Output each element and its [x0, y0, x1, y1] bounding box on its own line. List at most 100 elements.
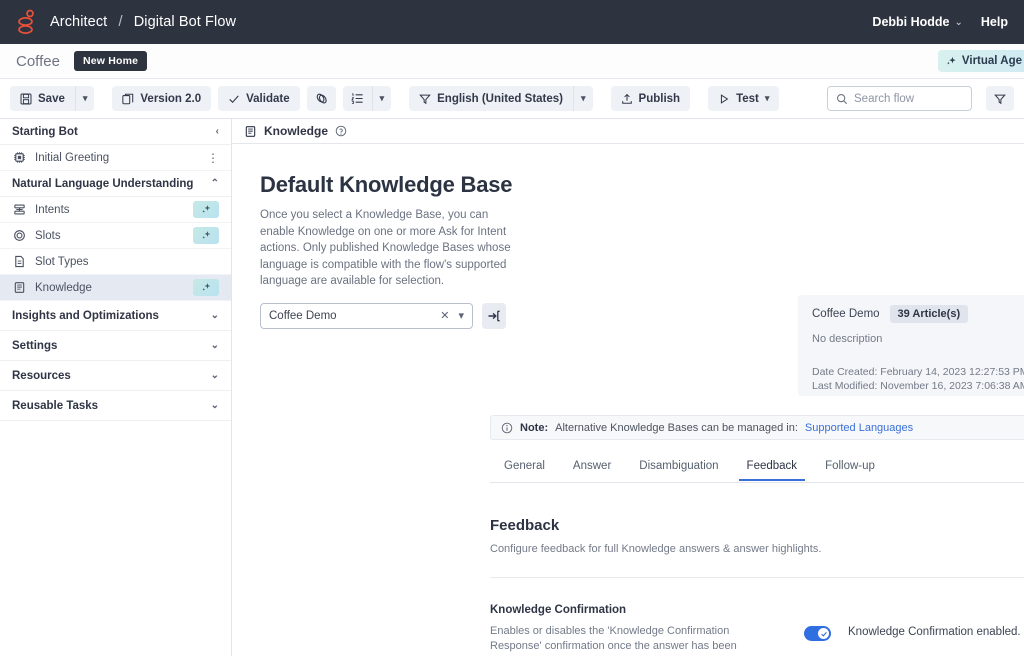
user-menu[interactable]: Debbi Hodde ⌄ [872, 15, 962, 29]
knowledge-base-select[interactable]: Coffee Demo ✕ ▾ [260, 302, 473, 329]
sidebar-section-resources[interactable]: Resources ⌄ [0, 361, 231, 391]
chip-icon [12, 151, 27, 164]
sidebar-item-initial-greeting[interactable]: Initial Greeting ⋮ [0, 145, 231, 171]
search-flow-input[interactable]: Search flow [827, 86, 972, 111]
tab-general[interactable]: General [490, 457, 559, 480]
toggle-status-label: Knowledge Confirmation enabled. [848, 626, 1021, 638]
sidebar-section-label: Resources [12, 369, 71, 382]
note-banner: Note: Alternative Knowledge Bases can be… [490, 415, 1024, 440]
new-home-badge[interactable]: New Home [73, 51, 148, 71]
note-text: Alternative Knowledge Bases can be manag… [555, 421, 798, 434]
validate-button[interactable]: Validate [218, 86, 300, 111]
last-modified-label: Last Modified: [812, 380, 878, 392]
list-button[interactable] [342, 86, 372, 111]
tab-follow-up[interactable]: Follow-up [811, 457, 889, 480]
list-dropdown-button[interactable]: ▾ [371, 86, 392, 111]
chevron-down-icon[interactable]: ⌄ [211, 310, 219, 321]
sidebar-section-nlu[interactable]: Natural Language Understanding ⌃ [0, 171, 231, 197]
version-button[interactable]: Version 2.0 [112, 86, 212, 111]
ai-sparkle-badge[interactable] [193, 201, 219, 218]
chevron-down-icon[interactable]: ▾ [458, 309, 464, 322]
kb-title: Default Knowledge Base [260, 172, 513, 197]
open-knowledge-base-button[interactable] [482, 302, 506, 329]
flow-name-label: Coffee [16, 52, 60, 70]
copy-icon [122, 93, 134, 105]
tab-disambiguation[interactable]: Disambiguation [625, 457, 732, 480]
kb-info-description: No description [812, 333, 883, 345]
knowledge-base-info-card: Coffee Demo 39 Article(s) No description… [798, 295, 1024, 396]
sparkle-icon [946, 56, 957, 67]
test-label: Test [736, 92, 759, 105]
knowledge-icon [244, 125, 257, 138]
chevron-down-icon: ▾ [764, 93, 770, 103]
sidebar-section-reusable-tasks[interactable]: Reusable Tasks ⌄ [0, 391, 231, 421]
virtual-agent-button[interactable]: Virtual Age [937, 50, 1024, 72]
feedback-section: Feedback Configure feedback for full Kno… [490, 517, 1024, 656]
main-panel-header: Knowledge [232, 119, 1024, 144]
kb-info-name: Coffee Demo [812, 308, 880, 320]
language-button[interactable]: English (United States) [409, 86, 573, 111]
save-dropdown-button[interactable]: ▾ [74, 86, 95, 111]
chevron-down-icon: ▾ [379, 93, 385, 103]
intents-icon [12, 203, 27, 216]
filter-icon [419, 93, 431, 105]
sidebar-section-insights[interactable]: Insights and Optimizations ⌄ [0, 301, 231, 331]
kb-description: Once you select a Knowledge Base, you ca… [260, 209, 511, 287]
note-prefix: Note: [520, 421, 549, 434]
sidebar-item-intents[interactable]: Intents [0, 197, 231, 223]
language-dropdown-button[interactable]: ▾ [573, 86, 593, 111]
ordered-list-icon [350, 92, 364, 105]
virtual-agent-label: Virtual Age [961, 55, 1022, 67]
sidebar-section-label: Natural Language Understanding [12, 177, 194, 190]
info-circle-icon [501, 422, 513, 434]
ai-sparkle-badge[interactable] [193, 279, 219, 296]
slots-icon [12, 229, 27, 242]
user-name-label: Debbi Hodde [872, 15, 950, 29]
date-created-label: Date Created: [812, 366, 878, 378]
test-button[interactable]: Test ▾ [708, 86, 780, 111]
page-title: Knowledge [264, 124, 329, 138]
tab-answer[interactable]: Answer [559, 457, 625, 480]
chevron-left-icon[interactable]: ‹ [216, 126, 219, 137]
knowledge-confirmation-toggle[interactable] [804, 626, 831, 641]
date-created-value: February 14, 2023 12:27:53 PM [880, 366, 1024, 378]
more-options-icon[interactable]: ⋮ [207, 152, 219, 164]
sidebar-item-slot-types[interactable]: Slot Types [0, 249, 231, 275]
main-toolbar: Save ▾ Version 2.0 Validate ▾ English (U… [0, 79, 1024, 119]
ai-sparkle-badge[interactable] [193, 227, 219, 244]
article-count-badge: 39 Article(s) [889, 305, 969, 323]
kb-select-controls: ✕ ▾ [440, 309, 464, 322]
search-icon [836, 93, 848, 105]
section-divider [490, 577, 1024, 578]
link-icon [315, 92, 328, 105]
search-filter-button[interactable] [986, 86, 1014, 111]
breadcrumb-page-name[interactable]: Digital Bot Flow [134, 14, 236, 30]
chevron-up-icon[interactable]: ⌃ [211, 178, 219, 189]
chevron-down-icon[interactable]: ⌄ [211, 340, 219, 351]
clear-icon[interactable]: ✕ [440, 309, 449, 322]
save-button[interactable]: Save [10, 86, 75, 111]
help-circle-icon[interactable] [335, 125, 347, 137]
tab-feedback[interactable]: Feedback [733, 457, 812, 481]
version-label: Version 2.0 [140, 92, 202, 105]
supported-languages-link[interactable]: Supported Languages [805, 422, 913, 434]
sidebar-item-label: Intents [35, 203, 70, 216]
slot-types-icon [12, 255, 27, 268]
sidebar-section-starting-bot[interactable]: Starting Bot ‹ [0, 119, 231, 145]
sidebar-item-slots[interactable]: Slots [0, 223, 231, 249]
sidebar-item-knowledge[interactable]: Knowledge [0, 275, 231, 301]
filter-icon [994, 93, 1006, 105]
chevron-down-icon[interactable]: ⌄ [211, 370, 219, 381]
link-button[interactable] [306, 86, 336, 111]
sidebar-section-label: Insights and Optimizations [12, 309, 159, 322]
breadcrumb-app-name[interactable]: Architect [50, 14, 107, 30]
kb-info-dates: Date Created: February 14, 2023 12:27:53… [812, 365, 1024, 393]
validate-label: Validate [246, 92, 290, 105]
publish-button[interactable]: Publish [610, 86, 691, 111]
chevron-down-icon[interactable]: ⌄ [211, 400, 219, 411]
sidebar-section-label: Starting Bot [12, 125, 78, 138]
sidebar-section-settings[interactable]: Settings ⌄ [0, 331, 231, 361]
genesys-logo-icon[interactable] [16, 9, 38, 35]
sidebar-item-label: Slot Types [35, 255, 89, 268]
help-menu[interactable]: Help [981, 15, 1008, 29]
